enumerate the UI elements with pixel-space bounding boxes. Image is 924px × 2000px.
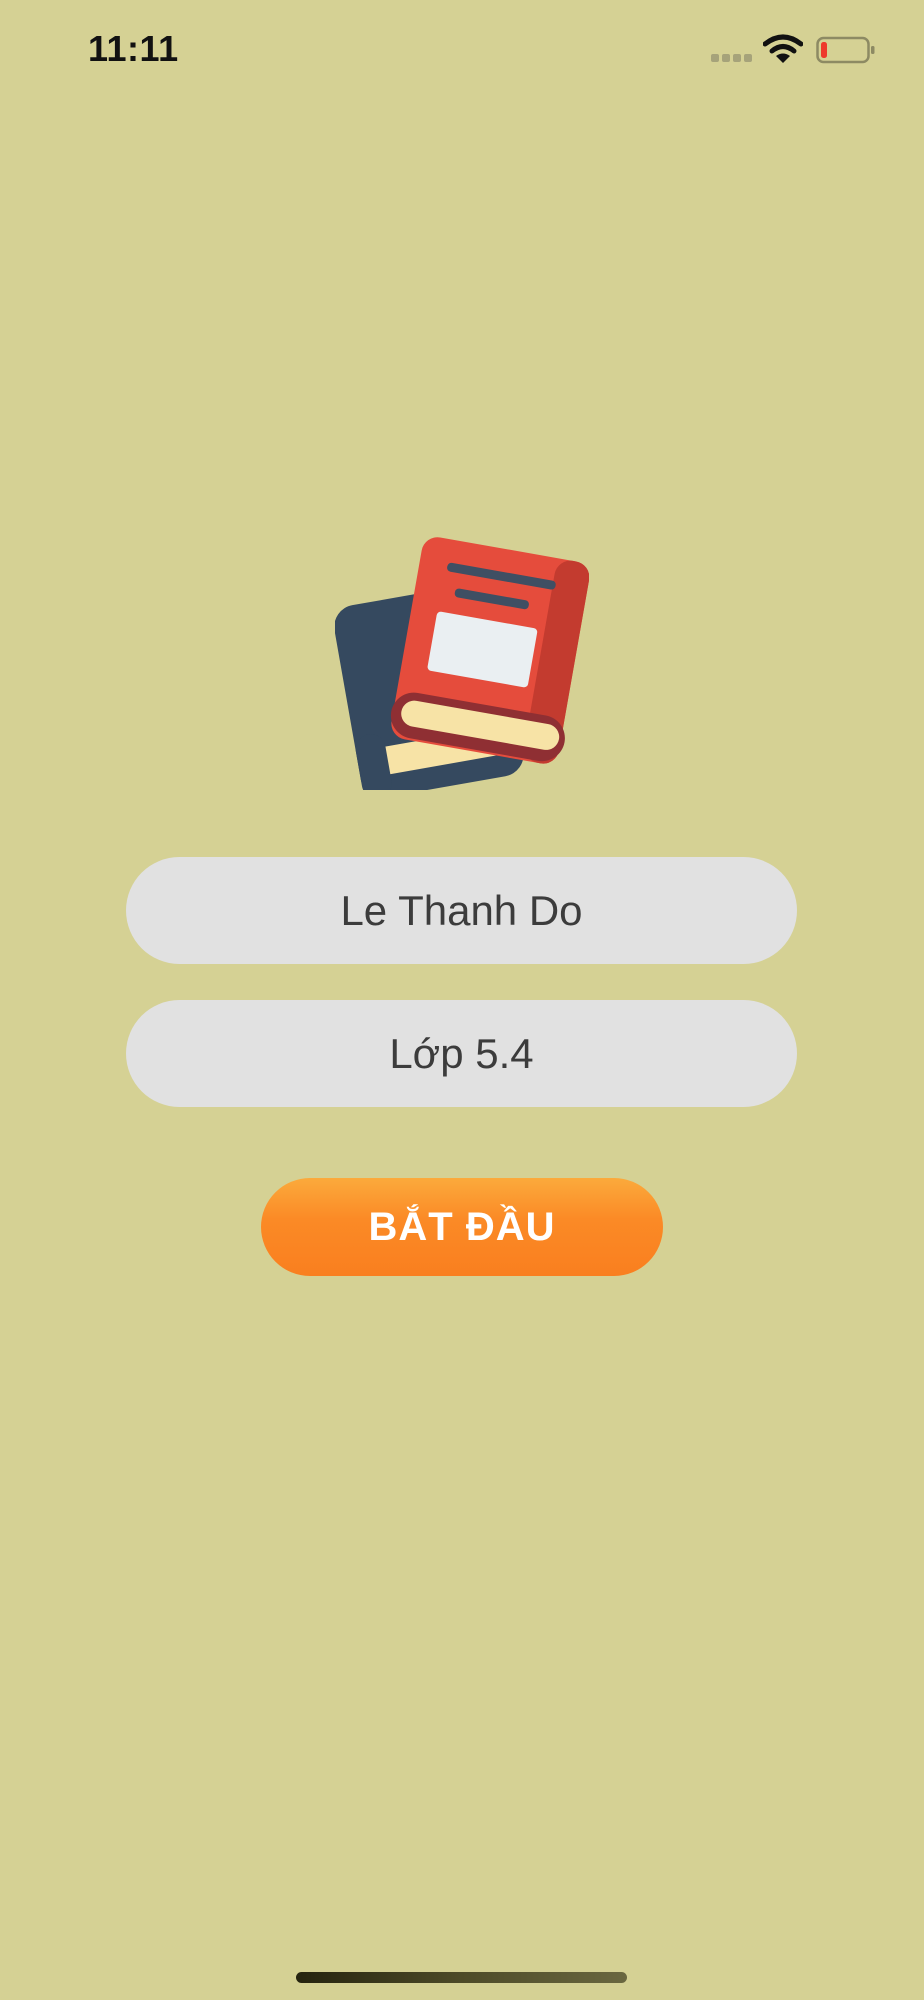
battery-low-icon: [816, 36, 875, 64]
start-button[interactable]: BẮT ĐẦU: [261, 1178, 663, 1276]
home-indicator[interactable]: [296, 1972, 627, 1983]
status-bar: 11:11: [0, 0, 924, 100]
status-time: 11:11: [88, 28, 179, 69]
name-field[interactable]: Le Thanh Do: [126, 857, 797, 964]
books-logo-icon: [335, 537, 589, 790]
cellular-signal-icon: [711, 54, 753, 62]
class-field[interactable]: Lớp 5.4: [126, 1000, 797, 1107]
wifi-icon: [763, 34, 803, 63]
